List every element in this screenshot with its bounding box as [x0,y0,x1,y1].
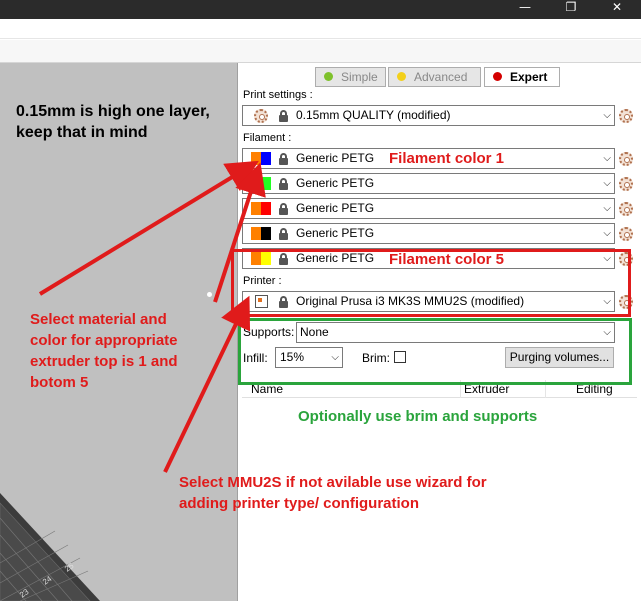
simple-dot-icon [324,72,333,81]
mode-simple-button[interactable]: Simple [315,67,386,87]
chevron-down-icon: ⌵ [603,178,611,189]
lock-icon [279,110,288,122]
filament-color-swatch [251,152,261,165]
lock-icon [279,153,288,165]
settings-gear-icon [254,109,268,123]
filament-name: Generic PETG [296,201,375,215]
window-title-bar: — ❐ ✕ [0,0,641,19]
gear-icon[interactable] [619,177,633,191]
restore-icon: ❐ [565,0,577,14]
mode-advanced-label: Advanced [414,70,468,84]
lock-icon [279,178,288,190]
print-settings-combo[interactable]: 0.15mm QUALITY (modified) ⌵ [242,105,615,126]
filament-name: Generic PETG [296,226,375,240]
chevron-down-icon: ⌵ [603,110,611,121]
close-button[interactable]: ✕ [594,0,640,19]
gear-icon[interactable] [619,227,633,241]
filament-color-swatch [261,152,271,165]
gear-icon[interactable] [619,152,633,166]
minimize-icon: — [519,0,531,14]
print-settings-label: Print settings : [243,89,313,101]
close-icon: ✕ [611,0,623,14]
filament-combo-2[interactable]: Generic PETG ⌵ [242,173,615,194]
filament-color-swatch [251,177,261,190]
filament-color-swatch [261,177,271,190]
gear-icon[interactable] [619,109,633,123]
filament-color-1-note: Filament color 1 [389,150,505,167]
viewport-marker [207,292,212,297]
filament-color-swatch [251,227,261,240]
filament-combo-4[interactable]: Generic PETG ⌵ [242,223,615,244]
mode-expert-label: Expert [510,70,548,84]
lock-icon [279,203,288,215]
mode-expert-button[interactable]: Expert [484,67,560,87]
filament-color-swatch [261,202,271,215]
print-settings-value: 0.15mm QUALITY (modified) [296,108,451,122]
toolbar [0,40,641,63]
supports-highlight-box [238,318,632,385]
filament-combo-3[interactable]: Generic PETG ⌵ [242,198,615,219]
layer-height-note: 0.15mm is high one layer, keep that in m… [16,103,210,141]
filament-label: Filament : [243,132,292,144]
chevron-down-icon: ⌵ [603,153,611,164]
advanced-dot-icon [397,72,406,81]
menu-bar [0,19,641,39]
lock-icon [279,228,288,240]
restore-button[interactable]: ❐ [548,0,594,19]
filament-name: Generic PETG [296,176,375,190]
chevron-down-icon: ⌵ [603,203,611,214]
minimize-button[interactable]: — [502,0,548,19]
filament-color-swatch [261,227,271,240]
mode-simple-label: Simple [341,70,378,84]
brim-supports-note: Optionally use brim and supports [298,408,538,425]
filament-name: Generic PETG [296,151,375,165]
expert-dot-icon [493,72,502,81]
filament-color-swatch [251,202,261,215]
select-mmu-note: Select MMU2S if not avilable use wizard … [179,474,487,512]
mode-advanced-button[interactable]: Advanced [388,67,481,87]
chevron-down-icon: ⌵ [603,228,611,239]
gear-icon[interactable] [619,202,633,216]
select-material-note: Select material and color for appropriat… [30,311,178,391]
filament-color-5-note: Filament color 5 [389,251,505,268]
